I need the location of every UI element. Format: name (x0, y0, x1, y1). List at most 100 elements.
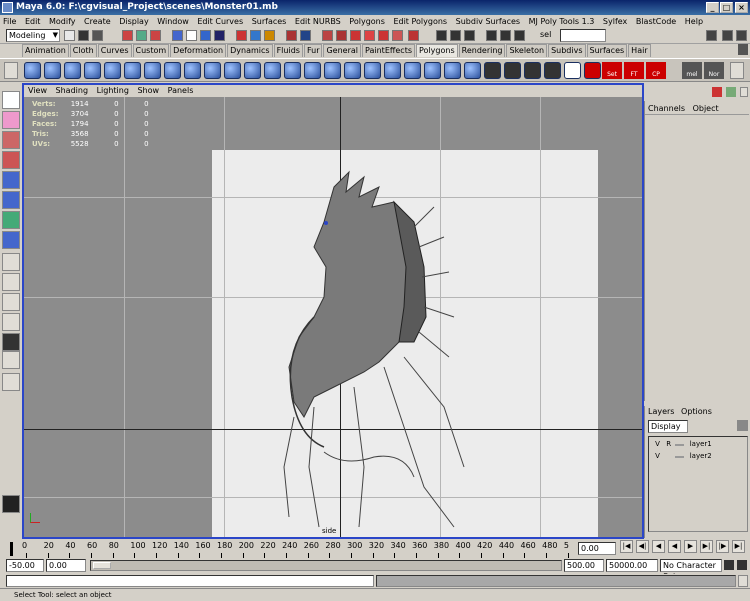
animation-start-field[interactable]: -50.00 (6, 559, 44, 572)
current-time-marker[interactable] (10, 542, 13, 556)
duplicate-face-icon[interactable] (464, 62, 481, 79)
clapper-icon-2[interactable] (450, 30, 461, 41)
layout-side-icon[interactable] (2, 293, 20, 311)
select-tool-icon[interactable] (2, 91, 20, 109)
menu-edit-curves[interactable]: Edit Curves (194, 15, 246, 28)
script-editor-icon[interactable] (738, 575, 748, 587)
menu-mj-poly-tools[interactable]: MJ Poly Tools 1.3 (526, 15, 598, 28)
ipr-render-icon[interactable] (264, 30, 275, 41)
shelf-tab-rendering[interactable]: Rendering (458, 44, 506, 57)
save-scene-icon[interactable] (92, 30, 103, 41)
character-set-dropdown[interactable]: No Character Set (660, 559, 722, 581)
menu-file[interactable]: File (0, 15, 19, 28)
snap-plane-icon[interactable] (214, 30, 225, 41)
shelf-tab-animation[interactable]: Animation (22, 44, 69, 57)
snap-point-icon[interactable] (200, 30, 211, 41)
snap-curve-icon[interactable] (186, 30, 197, 41)
animation-end-field[interactable]: 50000.00 (606, 559, 658, 572)
visibility-toggle[interactable]: V (653, 451, 662, 462)
delete-edge-icon[interactable] (404, 62, 421, 79)
shelf-tab-custom[interactable]: Custom (132, 44, 170, 57)
step-forward-icon[interactable]: |▶ (716, 540, 729, 553)
play-forward-icon[interactable]: ▶ (684, 540, 697, 553)
layer-row[interactable]: V R layer1 (653, 439, 749, 450)
boolean-icon[interactable] (244, 62, 261, 79)
shelf-tab-hair[interactable]: Hair (628, 44, 651, 57)
select-by-hierarchy-icon[interactable] (122, 30, 133, 41)
playblast-icon[interactable] (486, 30, 497, 41)
panel-menu-show[interactable]: Show (137, 86, 159, 95)
visibility-toggle[interactable]: V (653, 439, 662, 450)
wire-icon[interactable] (392, 30, 403, 41)
menu-subdiv-surfaces[interactable]: Subdiv Surfaces (453, 15, 523, 28)
layout-four-icon[interactable] (2, 273, 20, 291)
shelf-tab-deformation[interactable]: Deformation (170, 44, 227, 57)
minimize-button[interactable]: _ (706, 2, 719, 13)
layout-graph-icon[interactable] (2, 333, 20, 351)
layer-icon[interactable] (726, 87, 736, 97)
preferences-icon[interactable] (737, 560, 747, 570)
color-swatch[interactable] (675, 444, 685, 446)
shelf-tab-general[interactable]: General (323, 44, 362, 57)
mirror-icon[interactable] (264, 62, 281, 79)
layer-row[interactable]: V layer2 (653, 451, 749, 462)
poly-cylinder-icon[interactable] (44, 62, 61, 79)
play-backward-icon[interactable]: ◀ (668, 540, 681, 553)
selection-field[interactable] (560, 29, 606, 42)
layout-hypershade-icon[interactable] (2, 351, 20, 369)
panel-menu-panels[interactable]: Panels (168, 86, 194, 95)
layer-type-dropdown[interactable]: Display (648, 420, 688, 433)
shelf-tab-dynamics[interactable]: Dynamics (227, 44, 273, 57)
shelf-button-ft[interactable]: FT (624, 62, 644, 79)
smooth-icon[interactable] (224, 62, 241, 79)
shelf-tab-fur[interactable]: Fur (303, 44, 323, 57)
poly-prism-icon[interactable] (124, 62, 141, 79)
maximize-button[interactable]: □ (720, 2, 733, 13)
poly-plane-icon[interactable] (84, 62, 101, 79)
go-to-end-icon[interactable]: ▶| (732, 540, 745, 553)
shelf-button-cp[interactable]: CP (646, 62, 666, 79)
extrude-edge-icon[interactable] (304, 62, 321, 79)
shelf-button-mel[interactable]: mel (682, 62, 702, 79)
manipulator-tool-icon[interactable] (2, 211, 20, 229)
shelf-menu-icon[interactable] (4, 62, 18, 79)
trash-icon[interactable] (738, 44, 748, 55)
menu-sylfex[interactable]: Sylfex (600, 15, 630, 28)
attribute-editor-icon[interactable] (706, 30, 717, 41)
options-menu[interactable]: Options (681, 407, 712, 416)
shelf-tab-painteffects[interactable]: PaintEffects (362, 44, 416, 57)
shelf-button-nor[interactable]: Nor (704, 62, 724, 79)
shelf-tab-curves[interactable]: Curves (97, 44, 132, 57)
playblast-icon-3[interactable] (514, 30, 525, 41)
rotate-tool-icon[interactable] (2, 171, 20, 189)
channel-box-icon[interactable] (736, 30, 747, 41)
wedge-face-icon[interactable] (444, 62, 461, 79)
reference-icon[interactable] (350, 30, 361, 41)
sculpt-icon[interactable] (364, 30, 375, 41)
lasso-tool-icon[interactable] (2, 111, 20, 129)
uv-texture-icon[interactable] (544, 62, 561, 79)
layers-menu[interactable]: Layers (648, 407, 674, 416)
snap-grid-icon[interactable] (172, 30, 183, 41)
uv-checker-icon[interactable] (504, 62, 521, 79)
paint-select-tool-icon[interactable] (2, 131, 20, 149)
new-layer-icon[interactable] (737, 420, 748, 431)
key-icon[interactable] (724, 560, 734, 570)
normal-icon[interactable] (584, 62, 601, 79)
panel-toggle-icon[interactable] (740, 87, 748, 97)
menu-blastcode[interactable]: BlastCode (633, 15, 679, 28)
tool-settings-icon[interactable] (722, 30, 733, 41)
menu-surfaces[interactable]: Surfaces (249, 15, 290, 28)
menu-edit-nurbs[interactable]: Edit NURBS (292, 15, 344, 28)
history-icon[interactable] (236, 30, 247, 41)
menu-display[interactable]: Display (116, 15, 152, 28)
merge-vertices-icon[interactable] (384, 62, 401, 79)
step-back-key-icon[interactable]: ◀ (652, 540, 665, 553)
menu-create[interactable]: Create (81, 15, 114, 28)
camera-icon[interactable] (336, 30, 347, 41)
checker-icon[interactable] (484, 62, 501, 79)
time-ruler[interactable]: 0 20 40 60 80 100 120 140 160 180 200 220 240 260 280 3… (22, 540, 570, 558)
render-globals-icon[interactable] (286, 30, 297, 41)
channel-icon[interactable] (712, 87, 722, 97)
layout-more-icon[interactable] (2, 373, 20, 391)
